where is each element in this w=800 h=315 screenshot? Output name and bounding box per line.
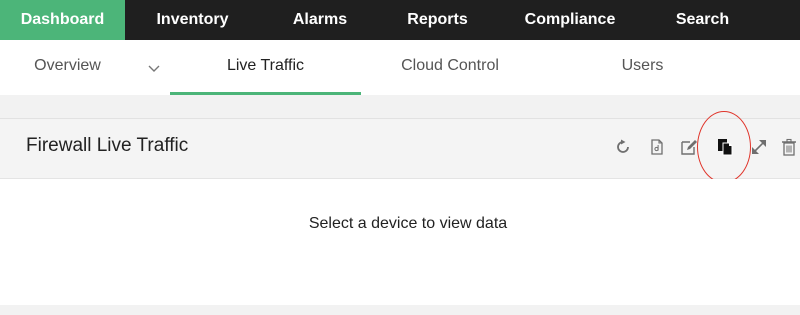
sub-navigation-tabs: Overview Live Traffic Cloud Control User…	[0, 40, 800, 95]
top-navigation-bar: Dashboard Inventory Alarms Reports Compl…	[0, 0, 800, 40]
refresh-icon[interactable]	[614, 138, 632, 156]
trash-icon[interactable]	[780, 138, 798, 156]
export-pdf-icon[interactable]	[648, 138, 666, 156]
firewall-live-traffic-widget: Firewall Live Traffic Select a device to…	[0, 111, 800, 306]
nav-search[interactable]: Search	[645, 0, 760, 40]
tab-users[interactable]: Users	[580, 40, 705, 95]
edit-icon[interactable]	[680, 138, 698, 156]
nav-alarms[interactable]: Alarms	[260, 0, 380, 40]
tab-live-traffic[interactable]: Live Traffic	[170, 40, 361, 95]
empty-state-message: Select a device to view data	[308, 215, 508, 232]
nav-reports[interactable]: Reports	[380, 0, 495, 40]
widget-title: Firewall Live Traffic	[26, 135, 189, 156]
tab-cloud-control[interactable]: Cloud Control	[370, 40, 530, 95]
expand-icon[interactable]	[750, 138, 768, 156]
nav-dashboard[interactable]: Dashboard	[0, 0, 125, 40]
widget-header: Firewall Live Traffic	[0, 111, 800, 183]
widget-body: Select a device to view data	[0, 179, 800, 306]
copy-icon[interactable]	[716, 138, 734, 156]
nav-compliance[interactable]: Compliance	[495, 0, 645, 40]
bottom-spacer	[0, 305, 800, 315]
content-spacer	[0, 95, 800, 105]
chevron-down-icon[interactable]	[147, 62, 161, 74]
tab-overview[interactable]: Overview	[20, 40, 115, 95]
nav-inventory[interactable]: Inventory	[125, 0, 260, 40]
